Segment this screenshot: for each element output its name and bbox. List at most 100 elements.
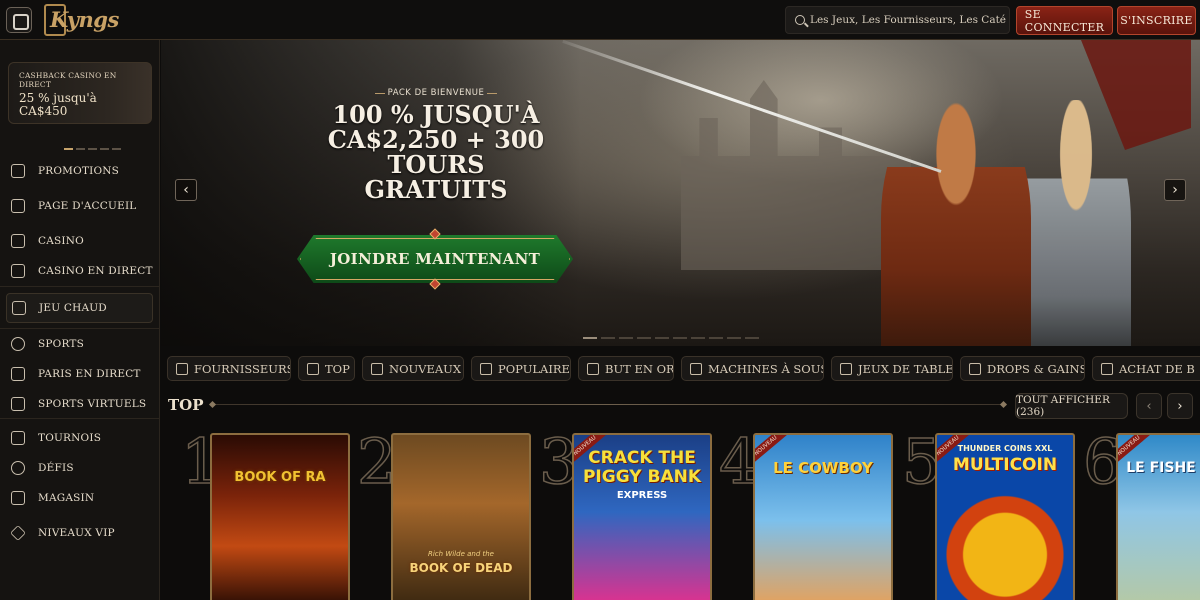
promo-carousel-dots xyxy=(64,148,121,150)
carousel-dot[interactable] xyxy=(601,337,615,339)
hero-next-button[interactable]: › xyxy=(1164,179,1186,201)
join-now-button[interactable]: JOINDRE MAINTENANT xyxy=(297,228,573,290)
carousel-next-button[interactable]: › xyxy=(1167,393,1193,419)
carousel-dot[interactable] xyxy=(745,337,759,339)
game-title: MULTICOIN xyxy=(952,455,1058,475)
tab-table-games[interactable]: JEUX DE TABLE xyxy=(831,356,953,381)
king-illustration xyxy=(881,90,1031,346)
tab-golden-goal[interactable]: BUT EN OR xyxy=(578,356,674,381)
game-subtitle: Rich Wilde and the xyxy=(428,550,494,558)
trophy-icon xyxy=(11,431,25,445)
carousel-dot[interactable] xyxy=(655,337,669,339)
game-subtitle: THUNDER COINS XXL xyxy=(957,444,1053,453)
sidebar-item-home[interactable]: PAGE D'ACCUEIL xyxy=(0,193,160,219)
sidebar-item-shop[interactable]: MAGASIN xyxy=(0,485,160,511)
game-title: BOOK OF RA xyxy=(234,470,326,485)
tab-label: FOURNISSEURS xyxy=(194,361,291,376)
hero-subtitle: PACK DE BIENVENUE xyxy=(375,88,497,98)
kyngs-logo[interactable]: Kyngs xyxy=(44,4,119,36)
register-button[interactable]: S'INSCRIRE xyxy=(1117,6,1196,35)
castle-icon xyxy=(11,199,25,213)
game-title: LE FISHE xyxy=(1126,460,1196,476)
gift-icon xyxy=(1101,362,1113,375)
menu-toggle-button[interactable] xyxy=(6,7,32,33)
login-button[interactable]: SE CONNECTER xyxy=(1016,6,1113,35)
sidebar-item-promotions[interactable]: PROMOTIONS xyxy=(0,158,160,184)
game-title: CRACK THE PIGGY BANK xyxy=(582,448,702,487)
hero-prev-button[interactable]: ‹ xyxy=(175,179,197,201)
game-subtitle: EXPRESS xyxy=(616,490,668,501)
sidebar-item-label: MAGASIN xyxy=(38,492,95,504)
tab-providers[interactable]: FOURNISSEURS xyxy=(167,356,291,381)
carousel-dot[interactable] xyxy=(112,148,121,150)
search-icon xyxy=(795,15,805,25)
tab-label: DROPS & GAINS xyxy=(987,361,1085,376)
section-title: TOP xyxy=(168,396,204,414)
tab-bonus-buy[interactable]: ACHAT DE B xyxy=(1092,356,1200,381)
sidebar-item-live-casino[interactable]: CASINO EN DIRECT xyxy=(0,258,160,284)
sidebar-item-label: SPORTS xyxy=(38,338,84,350)
sidebar-item-live-betting[interactable]: PARIS EN DIRECT xyxy=(0,361,160,387)
tab-label: JEUX DE TABLE xyxy=(858,361,953,376)
carousel-prev-button[interactable]: ‹ xyxy=(1136,393,1162,419)
tab-drops-wins[interactable]: DROPS & GAINS xyxy=(960,356,1085,381)
sidebar-item-label: CASINO EN DIRECT xyxy=(38,265,153,277)
tab-new[interactable]: NOUVEAUX xyxy=(362,356,464,381)
carousel-dot[interactable] xyxy=(673,337,687,339)
join-button-label: JOINDRE MAINTENANT xyxy=(329,250,541,268)
carousel-dot[interactable] xyxy=(619,337,633,339)
carousel-dot[interactable] xyxy=(637,337,651,339)
hero-banner[interactable]: PACK DE BIENVENUE 100 % JUSQU'À CA$2,250… xyxy=(161,40,1200,346)
sidebar-item-label: PAGE D'ACCUEIL xyxy=(38,200,137,212)
queen-illustration xyxy=(1021,100,1131,346)
flame-icon xyxy=(12,301,26,315)
cashback-promo-card[interactable]: CASHBACK CASINO EN DIRECT 25 % jusqu'à C… xyxy=(8,62,152,124)
sidebar: CASHBACK CASINO EN DIRECT 25 % jusqu'à C… xyxy=(0,40,160,600)
tab-label: MACHINES À SOUS xyxy=(708,361,824,376)
game-card-book-of-ra[interactable]: BOOK OF RA xyxy=(210,433,350,600)
carousel-dot[interactable] xyxy=(691,337,705,339)
carousel-dot[interactable] xyxy=(88,148,97,150)
diamond-icon xyxy=(10,525,26,541)
carousel-dot[interactable] xyxy=(100,148,109,150)
sidebar-item-label: SPORTS VIRTUELS xyxy=(38,398,147,410)
sidebar-item-vip-levels[interactable]: NIVEAUX VIP xyxy=(0,520,160,546)
sidebar-item-label: DÉFIS xyxy=(38,462,74,474)
tab-label: POPULAIRE xyxy=(498,361,570,376)
logo-text: Kyngs xyxy=(50,7,119,32)
tab-slots[interactable]: MACHINES À SOUS xyxy=(681,356,824,381)
carousel-dot[interactable] xyxy=(76,148,85,150)
sidebar-item-hot-games[interactable]: JEU CHAUD xyxy=(6,293,153,323)
sidebar-divider xyxy=(0,328,160,329)
table-icon xyxy=(840,362,852,375)
sidebar-item-label: CASINO xyxy=(38,235,84,247)
game-card-le-cowboy[interactable]: NOUVEAU LE COWBOY xyxy=(753,433,893,600)
sidebar-item-challenges[interactable]: DÉFIS xyxy=(0,455,160,481)
show-all-button[interactable]: TOUT AFFICHER (236) xyxy=(1015,393,1128,419)
carousel-dot[interactable] xyxy=(64,148,73,150)
game-card-book-of-dead[interactable]: Rich Wilde and the BOOK OF DEAD xyxy=(391,433,531,600)
carousel-dot[interactable] xyxy=(727,337,741,339)
drops-icon xyxy=(969,362,981,375)
virtual-screen-icon xyxy=(11,397,25,411)
sidebar-item-tournaments[interactable]: TOURNOIS xyxy=(0,425,160,451)
sidebar-item-virtual-sports[interactable]: SPORTS VIRTUELS xyxy=(0,391,160,417)
search-input[interactable] xyxy=(810,7,1006,33)
game-card-le-fisher[interactable]: NOUVEAU LE FISHE xyxy=(1116,433,1200,600)
sidebar-item-casino[interactable]: CASINO xyxy=(0,228,160,254)
game-card-multicoin[interactable]: NOUVEAU THUNDER COINS XXL MULTICOIN xyxy=(935,433,1075,600)
tab-popular[interactable]: POPULAIRE xyxy=(471,356,571,381)
top-games-row: 1 BOOK OF RA 2 Rich Wilde and the BOOK O… xyxy=(161,425,1200,600)
search-box[interactable] xyxy=(785,6,1010,34)
top-header: Kyngs SE CONNECTER S'INSCRIRE xyxy=(0,0,1200,40)
sidebar-item-sports[interactable]: SPORTS xyxy=(0,331,160,357)
shop-icon xyxy=(11,491,25,505)
carousel-dot[interactable] xyxy=(583,337,597,339)
tab-top[interactable]: TOP xyxy=(298,356,355,381)
cards-icon xyxy=(11,264,25,278)
carousel-dot[interactable] xyxy=(709,337,723,339)
live-icon xyxy=(11,367,25,381)
game-card-crack-the-piggy-bank[interactable]: NOUVEAU CRACK THE PIGGY BANK EXPRESS xyxy=(572,433,712,600)
tab-label: BUT EN OR xyxy=(605,361,674,376)
sidebar-item-label: PARIS EN DIRECT xyxy=(38,368,141,380)
